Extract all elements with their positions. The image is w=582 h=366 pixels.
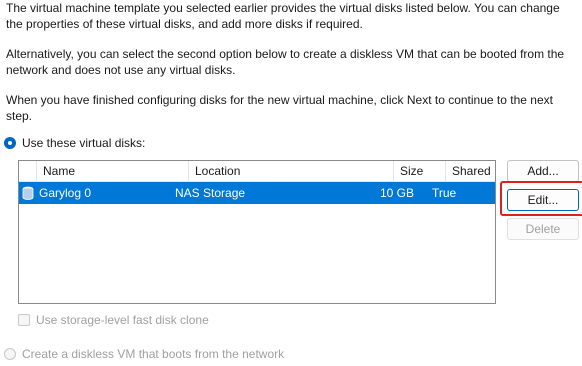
delete-disk-button[interactable]: Delete: [507, 218, 579, 240]
disk-shared: True: [432, 186, 457, 200]
use-virtual-disks-label: Use these virtual disks:: [22, 136, 146, 150]
header-icon-column: [19, 161, 37, 181]
intro-paragraph-3: When you have finished configuring disks…: [6, 93, 553, 123]
intro-paragraph-2: Alternatively, you can select the second…: [6, 47, 565, 77]
fast-disk-clone-option[interactable]: Use storage-level fast disk clone: [18, 313, 209, 327]
use-virtual-disks-radio[interactable]: [4, 137, 16, 149]
diskless-vm-radio[interactable]: [4, 348, 16, 360]
list-header: Name Location Size Shared: [19, 161, 495, 182]
diskless-vm-option[interactable]: Create a diskless VM that boots from the…: [4, 346, 284, 362]
fast-disk-clone-checkbox[interactable]: [18, 314, 30, 326]
use-virtual-disks-option[interactable]: Use these virtual disks:: [4, 135, 145, 151]
disk-name: Garylog 0: [39, 186, 92, 200]
fast-disk-clone-label: Use storage-level fast disk clone: [36, 313, 209, 327]
column-header-shared[interactable]: Shared: [446, 161, 496, 181]
disk-size: 10 GB: [380, 186, 415, 200]
intro-paragraph-1: The virtual machine template you selecte…: [6, 1, 560, 31]
diskless-vm-label: Create a diskless VM that boots from the…: [22, 347, 285, 361]
add-disk-button[interactable]: Add...: [507, 160, 579, 182]
table-row[interactable]: Garylog 0 NAS Storage 10 GB True: [19, 182, 495, 204]
edit-button-highlight: [500, 181, 582, 216]
virtual-disks-list[interactable]: Name Location Size Shared Garylog 0 NAS …: [18, 160, 496, 304]
column-header-location[interactable]: Location: [189, 161, 394, 181]
disk-location: NAS Storage: [175, 186, 246, 200]
column-header-size[interactable]: Size: [394, 161, 446, 181]
column-header-name[interactable]: Name: [37, 161, 189, 181]
